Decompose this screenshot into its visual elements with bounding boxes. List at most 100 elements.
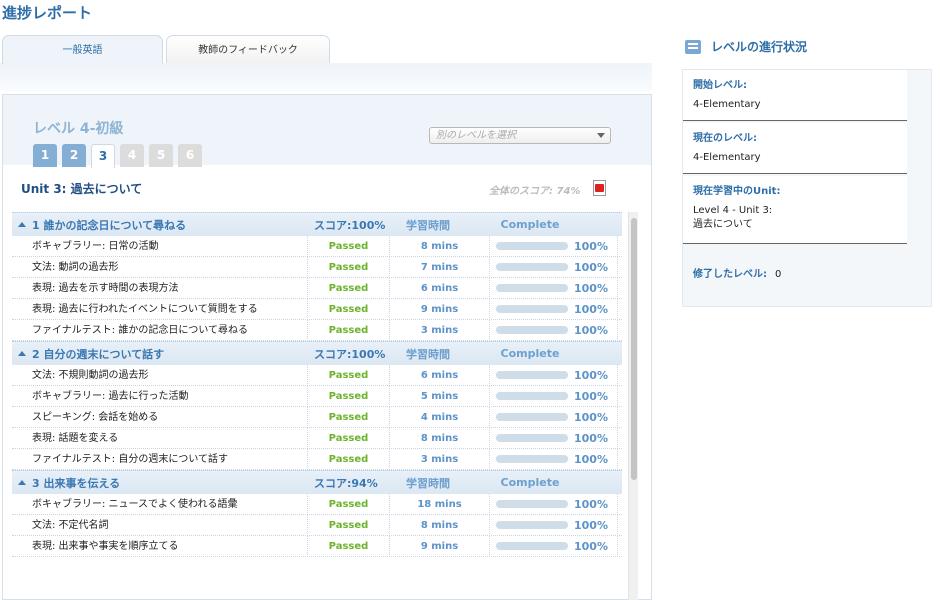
lesson-status: Passed	[308, 514, 390, 536]
level-tab-3[interactable]: 3	[91, 144, 115, 168]
side-panel-title: レベルの進行状況	[685, 38, 807, 55]
table-row[interactable]: スピーキング: 会話を始める Passed 4 mins 100%	[12, 406, 622, 428]
table-row[interactable]: ボキャブラリー: ニュースでよく使われる語彙 Passed 18 mins 100%	[12, 493, 622, 515]
progress-bar-fill	[496, 500, 568, 508]
lesson-name[interactable]: ファイナルテスト: 自分の週末について話す	[12, 448, 308, 470]
lesson-name[interactable]: ボキャブラリー: 過去に行った活動	[12, 385, 308, 407]
level-title: レベル 4-初級	[33, 121, 124, 137]
lesson-name[interactable]: 文法: 動詞の過去形	[12, 256, 308, 278]
lesson-time: 9 mins	[390, 535, 490, 557]
tab-general-english[interactable]: 一般英語	[2, 35, 163, 64]
section-header[interactable]: 1 誰かの記念日について尋ねる スコア:100% 学習時間 Complete	[12, 212, 622, 236]
section-score: スコア:94%	[314, 476, 378, 490]
lesson-table: 1 誰かの記念日について尋ねる スコア:100% 学習時間 Complete ボキャブラ…	[12, 212, 622, 600]
lesson-complete: 100%	[490, 535, 618, 557]
lesson-time: 6 mins	[390, 277, 490, 299]
lesson-name[interactable]: 表現: 過去に行われたイベントについて質問をする	[12, 298, 308, 320]
level-tab-2[interactable]: 2	[62, 144, 86, 167]
table-row[interactable]: ボキャブラリー: 過去に行った活動 Passed 5 mins 100%	[12, 385, 622, 407]
progress-percent: 100%	[574, 323, 608, 337]
scrollbar-thumb[interactable]	[631, 218, 637, 480]
progress-bar-fill	[496, 242, 568, 250]
section-header[interactable]: 2 自分の週末について話す スコア:100% 学習時間 Complete	[12, 341, 622, 365]
current-level-value: 4-Elementary	[693, 152, 761, 163]
completed-levels: 修了したレベル: 0	[693, 265, 781, 280]
section-score: スコア:100%	[314, 218, 386, 232]
progress-percent: 100%	[574, 431, 608, 445]
lesson-complete: 100%	[490, 427, 618, 449]
progress-percent: 100%	[574, 239, 608, 253]
lesson-status: Passed	[308, 319, 390, 341]
lesson-time: 8 mins	[390, 514, 490, 536]
lesson-complete: 100%	[490, 406, 618, 428]
lesson-status: Passed	[308, 448, 390, 470]
table-row[interactable]: 文法: 不定代名詞 Passed 8 mins 100%	[12, 514, 622, 536]
table-row[interactable]: ファイナルテスト: 誰かの記念日について尋ねる Passed 3 mins 100%	[12, 319, 622, 341]
complete-header: Complete	[500, 347, 560, 360]
chevron-up-icon[interactable]	[18, 351, 26, 356]
lesson-status: Passed	[308, 427, 390, 449]
progress-percent: 100%	[574, 539, 608, 553]
table-scrollbar[interactable]	[628, 212, 638, 600]
table-row[interactable]: 文法: 動詞の過去形 Passed 7 mins 100%	[12, 256, 622, 278]
table-row[interactable]: 表現: 話題を変える Passed 8 mins 100%	[12, 427, 622, 449]
progress-percent: 100%	[574, 497, 608, 511]
lesson-name[interactable]: 表現: 話題を変える	[12, 427, 308, 449]
progress-bar-fill	[496, 326, 568, 334]
pdf-icon[interactable]	[593, 180, 606, 196]
start-level-value: 4-Elementary	[693, 99, 761, 110]
progress-bar-fill	[496, 371, 568, 379]
progress-bar-fill	[496, 521, 568, 529]
progress-percent: 100%	[574, 368, 608, 382]
lesson-time: 3 mins	[390, 319, 490, 341]
lesson-complete: 100%	[490, 514, 618, 536]
progress-percent: 100%	[574, 410, 608, 424]
lesson-name[interactable]: ファイナルテスト: 誰かの記念日について尋ねる	[12, 319, 308, 341]
table-row[interactable]: 表現: 過去に行われたイベントについて質問をする Passed 9 mins 100%	[12, 298, 622, 320]
tab-teacher-feedback[interactable]: 教師のフィードバック	[166, 35, 330, 63]
lesson-time: 7 mins	[390, 256, 490, 278]
level-tab-4: 4	[120, 144, 144, 167]
side-title-text: レベルの進行状況	[711, 40, 808, 54]
level-tab-5: 5	[149, 144, 173, 167]
table-row[interactable]: ファイナルテスト: 自分の週末について話す Passed 3 mins 100%	[12, 448, 622, 470]
progress-bar	[496, 521, 568, 529]
progress-bar-fill	[496, 305, 568, 313]
lesson-status: Passed	[308, 493, 390, 515]
table-row[interactable]: 表現: 過去を示す時間の表現方法 Passed 6 mins 100%	[12, 277, 622, 299]
level-tab-1[interactable]: 1	[33, 144, 57, 167]
progress-percent: 100%	[574, 302, 608, 316]
progress-bar	[496, 284, 568, 292]
lesson-name[interactable]: 表現: 過去を示す時間の表現方法	[12, 277, 308, 299]
lesson-name[interactable]: 文法: 不定代名詞	[12, 514, 308, 536]
section-header[interactable]: 3 出来事を伝える スコア:94% 学習時間 Complete	[12, 470, 622, 494]
level-select-dropdown[interactable]: 別のレベルを選択	[429, 127, 611, 144]
lesson-time: 5 mins	[390, 385, 490, 407]
lesson-name[interactable]: 表現: 出来事や事実を順序立てる	[12, 535, 308, 557]
progress-bar-fill	[496, 455, 568, 463]
lesson-time: 8 mins	[390, 235, 490, 257]
chevron-up-icon[interactable]	[18, 480, 26, 485]
progress-bar	[496, 434, 568, 442]
current-unit-value-2: 過去について	[693, 219, 753, 230]
lesson-status: Passed	[308, 385, 390, 407]
current-level-label: 現在のレベル:	[693, 133, 757, 144]
lesson-complete: 100%	[490, 256, 618, 278]
current-unit-label: 現在学習中のUnit:	[693, 186, 781, 197]
progress-percent: 100%	[574, 389, 608, 403]
lesson-name[interactable]: スピーキング: 会話を始める	[12, 406, 308, 428]
progress-bar-fill	[496, 284, 568, 292]
unit-title: Unit 3: 過去について	[21, 182, 143, 196]
progress-percent: 100%	[574, 518, 608, 532]
table-row[interactable]: ボキャブラリー: 日常の活動 Passed 8 mins 100%	[12, 235, 622, 257]
progress-bar	[496, 455, 568, 463]
lesson-status: Passed	[308, 235, 390, 257]
current-unit-value-1: Level 4 - Unit 3:	[693, 205, 773, 216]
chevron-up-icon[interactable]	[18, 222, 26, 227]
section-title: 1 誰かの記念日について尋ねる	[32, 218, 187, 232]
table-row[interactable]: 文法: 不規則動詞の過去形 Passed 6 mins 100%	[12, 364, 622, 386]
lesson-name[interactable]: 文法: 不規則動詞の過去形	[12, 364, 308, 386]
lesson-name[interactable]: ボキャブラリー: 日常の活動	[12, 235, 308, 257]
lesson-name[interactable]: ボキャブラリー: ニュースでよく使われる語彙	[12, 493, 308, 515]
table-row[interactable]: 表現: 出来事や事実を順序立てる Passed 9 mins 100%	[12, 535, 622, 557]
